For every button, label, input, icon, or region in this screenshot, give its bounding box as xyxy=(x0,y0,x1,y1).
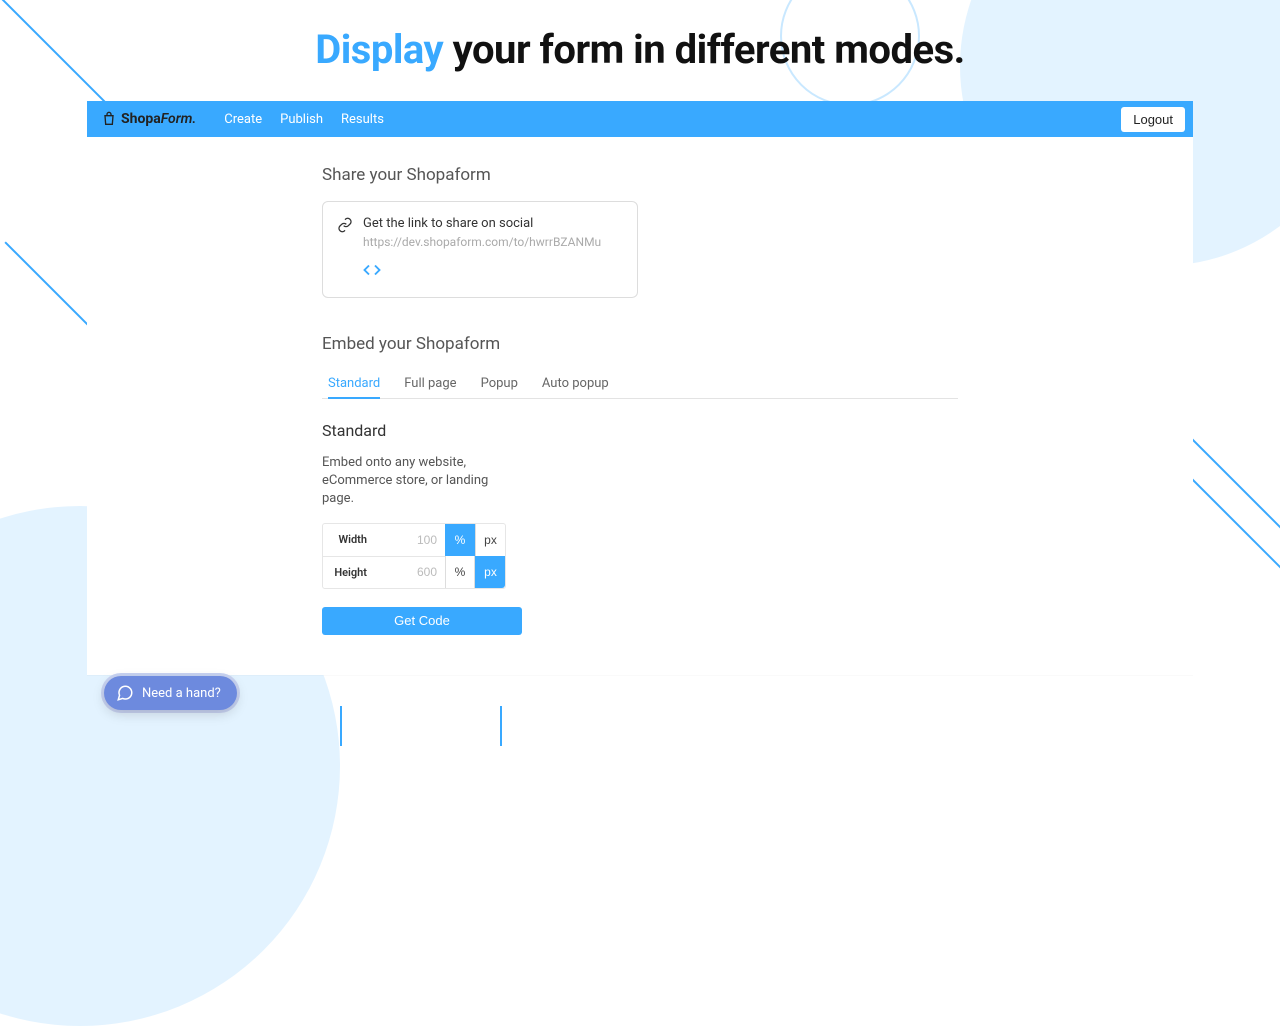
help-chat-button[interactable]: Need a hand? xyxy=(104,676,237,710)
embed-section: Embed your Shopaform Standard Full page … xyxy=(322,334,1193,635)
share-url[interactable]: https://dev.shopaform.com/to/hwrrBZANMu xyxy=(363,235,601,249)
height-row: Height % px xyxy=(323,556,505,588)
share-label: Get the link to share on social xyxy=(363,216,601,231)
app-shell: ShopaForm. Create Publish Results Logout… xyxy=(87,101,1193,675)
share-section-title: Share your Shopaform xyxy=(322,165,1193,185)
code-icon[interactable] xyxy=(363,261,381,279)
headline-rest: your form in different modes. xyxy=(443,26,965,73)
help-label: Need a hand? xyxy=(142,686,221,701)
height-unit-px-button[interactable]: px xyxy=(475,556,505,588)
nav-create[interactable]: Create xyxy=(224,112,262,127)
marketing-headline: Display your form in different modes. xyxy=(0,26,1280,73)
width-unit-percent-button[interactable]: % xyxy=(445,524,475,556)
width-row: Width % px xyxy=(323,524,505,556)
link-icon xyxy=(337,217,353,233)
logout-button[interactable]: Logout xyxy=(1121,107,1185,132)
topnav: Create Publish Results xyxy=(224,112,384,127)
brand-logo[interactable]: ShopaForm. xyxy=(95,109,202,129)
bag-icon xyxy=(101,111,117,127)
embed-panel-standard: Standard Embed onto any website, eCommer… xyxy=(322,421,1193,635)
width-input[interactable] xyxy=(375,533,445,547)
topbar: ShopaForm. Create Publish Results Logout xyxy=(87,101,1193,137)
get-code-button[interactable]: Get Code xyxy=(322,607,522,635)
tab-standard[interactable]: Standard xyxy=(328,370,380,399)
panel-title: Standard xyxy=(322,421,1193,440)
dimensions-table: Width % px Height % px xyxy=(322,523,506,589)
tab-full-page[interactable]: Full page xyxy=(404,370,456,399)
bg-tick xyxy=(340,706,342,746)
chat-icon xyxy=(116,684,134,702)
embed-section-title: Embed your Shopaform xyxy=(322,334,1193,354)
height-unit-percent-button[interactable]: % xyxy=(445,556,475,588)
height-label: Height xyxy=(323,566,375,579)
embed-tabs: Standard Full page Popup Auto popup xyxy=(322,370,958,399)
main-content: Share your Shopaform Get the link to sha… xyxy=(87,137,1193,675)
width-label: Width xyxy=(323,533,375,546)
tab-auto-popup[interactable]: Auto popup xyxy=(542,370,609,399)
nav-publish[interactable]: Publish xyxy=(280,112,323,127)
panel-description: Embed onto any website, eCommerce store,… xyxy=(322,454,512,509)
nav-results[interactable]: Results xyxy=(341,112,384,127)
share-card: Get the link to share on social https://… xyxy=(322,201,638,298)
brand-text: ShopaForm. xyxy=(121,111,196,127)
bg-tick xyxy=(500,706,502,746)
height-input[interactable] xyxy=(375,565,445,579)
headline-highlight: Display xyxy=(315,26,443,73)
tab-popup[interactable]: Popup xyxy=(481,370,518,399)
width-unit-px-button[interactable]: px xyxy=(475,524,505,556)
